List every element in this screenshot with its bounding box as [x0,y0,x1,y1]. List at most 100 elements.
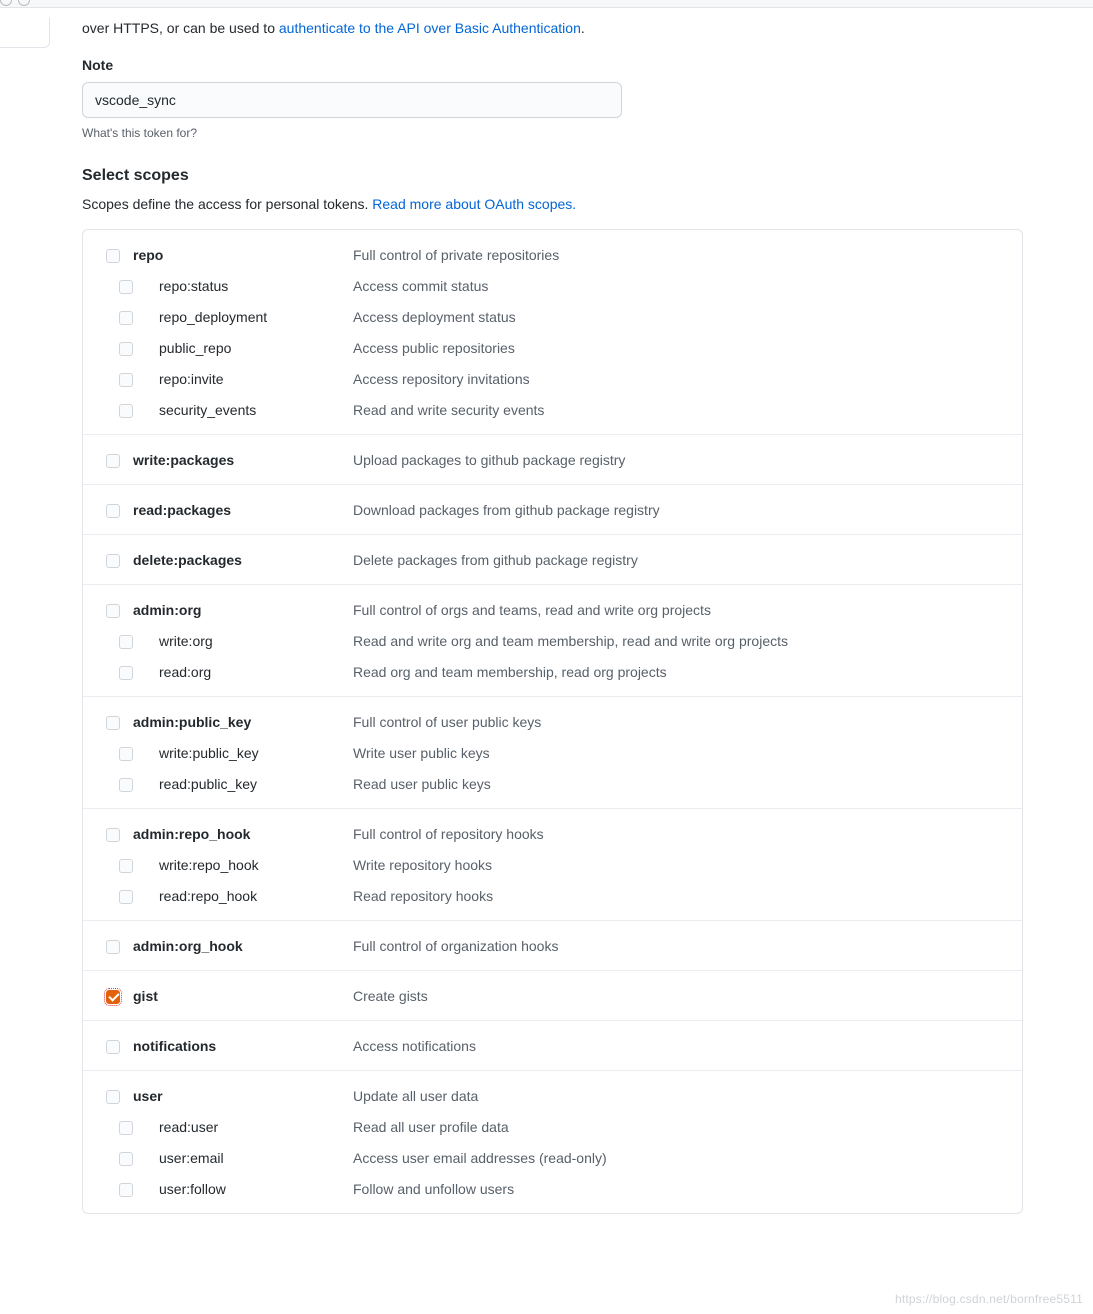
scope-row: delete:packagesDelete packages from gith… [93,545,1012,576]
scope-desc: Read repository hooks [353,886,1012,907]
scope-name[interactable]: read:packages [133,500,353,521]
intro-text: over HTTPS, or can be used to authentica… [82,18,1023,39]
scope-name[interactable]: read:user [133,1117,353,1138]
scope-name[interactable]: write:repo_hook [133,855,353,876]
scope-name[interactable]: security_events [133,400,353,421]
top-divider [0,0,1093,8]
scope-subrow: read:public_keyRead user public keys [93,769,1012,800]
scope-checkbox[interactable] [119,404,133,418]
scope-checkbox[interactable] [106,940,120,954]
scope-desc: Full control of organization hooks [353,936,1012,957]
scope-group: admin:public_keyFull control of user pub… [83,696,1022,808]
scope-group: notificationsAccess notifications [83,1020,1022,1070]
scope-group: read:packagesDownload packages from gith… [83,484,1022,534]
scope-desc: Read all user profile data [353,1117,1012,1138]
scope-desc: Read and write org and team membership, … [353,631,1012,652]
scope-name[interactable]: user [133,1086,353,1107]
scope-desc: Read user public keys [353,774,1012,795]
scope-checkbox[interactable] [106,716,120,730]
scope-name[interactable]: user:email [133,1148,353,1169]
scope-name[interactable]: repo_deployment [133,307,353,328]
scope-subrow: repo_deploymentAccess deployment status [93,302,1012,333]
intro-suffix: . [581,20,585,36]
scope-checkbox[interactable] [106,828,120,842]
scope-name[interactable]: repo:status [133,276,353,297]
scope-subrow: user:followFollow and unfollow users [93,1174,1012,1205]
scope-checkbox[interactable] [106,1090,120,1104]
scope-desc: Full control of private repositories [353,245,1012,266]
scope-checkbox[interactable] [119,747,133,761]
scope-subrow: write:public_keyWrite user public keys [93,738,1012,769]
scope-name[interactable]: user:follow [133,1179,353,1200]
scope-desc: Follow and unfollow users [353,1179,1012,1200]
scope-row: repoFull control of private repositories [93,240,1012,271]
scopes-link[interactable]: Read more about OAuth scopes. [372,196,576,212]
scope-checkbox[interactable] [119,778,133,792]
scope-name[interactable]: read:public_key [133,774,353,795]
scope-group: delete:packagesDelete packages from gith… [83,534,1022,584]
scope-name[interactable]: read:repo_hook [133,886,353,907]
scope-checkbox[interactable] [119,666,133,680]
scope-name[interactable]: write:org [133,631,353,652]
scope-group: gistCreate gists [83,970,1022,1020]
scope-checkbox[interactable] [106,554,120,568]
scope-subrow: read:repo_hookRead repository hooks [93,881,1012,912]
scope-desc: Access deployment status [353,307,1012,328]
scope-checkbox[interactable] [106,1040,120,1054]
scope-checkbox[interactable] [106,604,120,618]
scope-desc: Access commit status [353,276,1012,297]
scope-name[interactable]: repo:invite [133,369,353,390]
window-controls [0,0,30,6]
scope-name[interactable]: admin:org [133,600,353,621]
scope-checkbox[interactable] [119,1183,133,1197]
scope-checkbox[interactable] [106,990,120,1004]
scope-row: admin:org_hookFull control of organizati… [93,931,1012,962]
intro-link[interactable]: authenticate to the API over Basic Authe… [279,20,581,36]
sidebar-fragment [0,18,50,48]
scope-checkbox[interactable] [119,342,133,356]
note-input[interactable] [82,82,622,118]
scope-name[interactable]: delete:packages [133,550,353,571]
scope-checkbox[interactable] [119,890,133,904]
scope-checkbox[interactable] [119,1121,133,1135]
scope-name[interactable]: public_repo [133,338,353,359]
scope-row: write:packagesUpload packages to github … [93,445,1012,476]
scope-subrow: security_eventsRead and write security e… [93,395,1012,426]
scope-desc: Download packages from github package re… [353,500,1012,521]
scope-name[interactable]: repo [133,245,353,266]
scope-checkbox[interactable] [119,280,133,294]
main-content: over HTTPS, or can be used to authentica… [0,8,1093,1214]
scope-checkbox[interactable] [106,454,120,468]
scopes-desc: Scopes define the access for personal to… [82,194,1023,215]
scope-name[interactable]: gist [133,986,353,1007]
scope-name[interactable]: read:org [133,662,353,683]
scopes-container: repoFull control of private repositories… [82,229,1023,1214]
scope-desc: Read and write security events [353,400,1012,421]
scope-desc: Create gists [353,986,1012,1007]
scope-name[interactable]: admin:public_key [133,712,353,733]
scope-group: write:packagesUpload packages to github … [83,434,1022,484]
scope-desc: Update all user data [353,1086,1012,1107]
scope-desc: Full control of orgs and teams, read and… [353,600,1012,621]
scope-checkbox[interactable] [119,373,133,387]
scope-checkbox[interactable] [106,504,120,518]
scope-checkbox[interactable] [119,859,133,873]
scope-checkbox[interactable] [106,249,120,263]
scope-checkbox[interactable] [119,311,133,325]
scope-name[interactable]: write:packages [133,450,353,471]
scope-name[interactable]: admin:org_hook [133,936,353,957]
scope-name[interactable]: write:public_key [133,743,353,764]
scope-checkbox[interactable] [119,1152,133,1166]
scope-row: notificationsAccess notifications [93,1031,1012,1062]
scopes-desc-prefix: Scopes define the access for personal to… [82,196,372,212]
scope-row: gistCreate gists [93,981,1012,1012]
scope-subrow: write:orgRead and write org and team mem… [93,626,1012,657]
scope-name[interactable]: admin:repo_hook [133,824,353,845]
scope-desc: Upload packages to github package regist… [353,450,1012,471]
scope-desc: Access repository invitations [353,369,1012,390]
scope-name[interactable]: notifications [133,1036,353,1057]
scope-subrow: repo:statusAccess commit status [93,271,1012,302]
scope-desc: Read org and team membership, read org p… [353,662,1012,683]
scope-checkbox[interactable] [119,635,133,649]
scope-group: admin:repo_hookFull control of repositor… [83,808,1022,920]
